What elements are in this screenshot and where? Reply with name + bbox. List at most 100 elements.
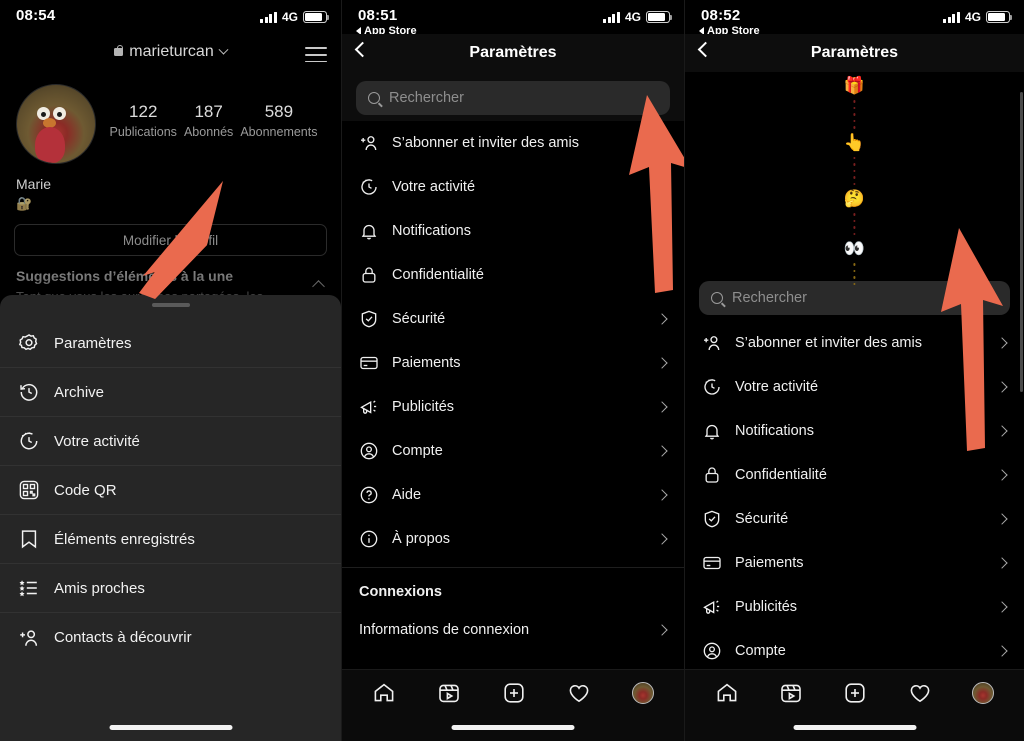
- status-bar-2: 08:51 App Store 4G: [342, 0, 684, 37]
- shield-check-icon: [359, 309, 389, 329]
- chevron-left-icon[interactable]: [697, 41, 714, 58]
- lock-icon: [114, 44, 124, 56]
- settings-item-votre-activite[interactable]: Votre activité: [685, 365, 1024, 409]
- tab-home[interactable]: [715, 681, 739, 705]
- settings-item-label: Publicités: [735, 599, 798, 615]
- settings-item-aide[interactable]: Aide: [342, 473, 684, 517]
- settings-item-label: Compte: [392, 443, 443, 459]
- vertical-scrollbar[interactable]: [1020, 92, 1023, 392]
- help-circle-icon: [359, 485, 389, 505]
- status-time: 08:51: [358, 7, 398, 24]
- home-indicator: [793, 725, 916, 730]
- settings-item-label: Paiements: [735, 555, 804, 571]
- settings-item-label: Notifications: [735, 423, 814, 439]
- status-indicators: 4G: [943, 10, 1013, 24]
- username-dropdown[interactable]: marieturcan: [114, 43, 229, 61]
- settings-item-label: Votre activité: [735, 379, 819, 395]
- settings-item-informations-de-connexion[interactable]: Informations de connexion: [342, 608, 684, 652]
- eyes-emoji: 👀: [843, 239, 866, 258]
- sheet-item-votre-activite[interactable]: Votre activité: [0, 417, 341, 466]
- profile-bio: 🔐: [16, 196, 33, 211]
- dotted-connector: [853, 259, 856, 289]
- chevron-right-icon: [996, 513, 1008, 525]
- chevron-left-icon[interactable]: [354, 41, 371, 58]
- settings-item-notifications[interactable]: Notifications: [685, 409, 1024, 453]
- settings-item-label: Paiements: [392, 355, 461, 371]
- settings-item-label: Confidentialité: [392, 267, 484, 283]
- search-input[interactable]: Rechercher: [356, 81, 670, 115]
- status-time: 08:52: [701, 7, 741, 24]
- sheet-item-code-qr[interactable]: Code QR: [0, 466, 341, 515]
- profile-header: marieturcan: [0, 34, 341, 70]
- dotted-connector: [853, 96, 856, 133]
- settings-item-sabonner[interactable]: S’abonner et inviter des amis: [685, 321, 1024, 365]
- settings-item-sabonner[interactable]: S’abonner et inviter des amis: [342, 121, 684, 165]
- sheet-item-label: Archive: [54, 383, 105, 401]
- settings-item-confidentialite[interactable]: Confidentialité: [342, 253, 684, 297]
- dotted-connector: [853, 153, 856, 190]
- chevron-right-icon: [656, 137, 668, 149]
- tab-home[interactable]: [372, 681, 396, 705]
- avatar[interactable]: [16, 84, 96, 164]
- search-placeholder: Rechercher: [389, 90, 464, 106]
- tab-reels[interactable]: [437, 681, 461, 705]
- tab-activity-heart[interactable]: [567, 681, 591, 705]
- settings-item-label: À propos: [392, 531, 451, 547]
- tab-profile[interactable]: [631, 682, 654, 704]
- sheet-item-archive[interactable]: Archive: [0, 368, 341, 417]
- settings-item-label: Votre activité: [392, 179, 476, 195]
- tab-activity-heart[interactable]: [908, 681, 932, 705]
- chevron-right-icon: [656, 181, 668, 193]
- settings-gear-icon: [18, 332, 50, 354]
- settings-item-compte[interactable]: Compte: [342, 429, 684, 473]
- chevron-right-icon: [656, 401, 668, 413]
- settings-item-paiements[interactable]: Paiements: [685, 541, 1024, 585]
- chevron-right-icon: [656, 313, 668, 325]
- archive-clock-icon: [18, 381, 50, 403]
- page-title: Paramètres: [810, 44, 899, 61]
- edit-profile-button[interactable]: Modifier le profil: [14, 224, 327, 256]
- chevron-right-icon: [996, 469, 1008, 481]
- lock-icon: [359, 265, 389, 285]
- profile-display-name: Marie: [16, 176, 52, 192]
- settings-item-paiements[interactable]: Paiements: [342, 341, 684, 385]
- sheet-item-label: Éléments enregistrés: [54, 530, 195, 548]
- settings-item-publicites[interactable]: Publicités: [342, 385, 684, 429]
- settings-item-notifications[interactable]: Notifications: [342, 209, 684, 253]
- stat-following[interactable]: 589 Abonnements: [240, 102, 317, 139]
- settings-item-publicites[interactable]: Publicités: [685, 585, 1024, 629]
- settings-item-label: Aide: [392, 487, 422, 503]
- settings-item-votre-activite[interactable]: Votre activité: [342, 165, 684, 209]
- settings-item-compte[interactable]: Compte: [685, 629, 1024, 673]
- chevron-right-icon: [996, 381, 1008, 393]
- settings-item-securite[interactable]: Sécurité: [342, 297, 684, 341]
- network-type-label: 4G: [624, 10, 641, 24]
- gift-emoji: 🎁: [843, 76, 866, 95]
- settings-item-securite[interactable]: Sécurité: [685, 497, 1024, 541]
- signal-bars-icon: [943, 11, 960, 23]
- sheet-item-label: Paramètres: [54, 334, 132, 352]
- bookmark-icon: [18, 528, 50, 550]
- status-indicators: 4G: [260, 10, 330, 24]
- tab-reels[interactable]: [779, 681, 803, 705]
- tab-profile[interactable]: [971, 682, 994, 704]
- settings-item-confidentialite[interactable]: Confidentialité: [685, 453, 1024, 497]
- sheet-item-amis-proches[interactable]: Amis proches: [0, 564, 341, 613]
- tab-add-post[interactable]: [502, 681, 526, 705]
- tab-add-post[interactable]: [843, 681, 867, 705]
- settings-item-label: Sécurité: [392, 311, 446, 327]
- stat-followers[interactable]: 187 Abonnés: [184, 102, 233, 139]
- signal-bars-icon: [260, 11, 277, 23]
- bell-icon: [359, 221, 389, 241]
- section-title-connexions: Connexions: [359, 584, 442, 600]
- sheet-item-elements-enregistres[interactable]: Éléments enregistrés: [0, 515, 341, 564]
- hamburger-menu-icon[interactable]: [305, 42, 327, 67]
- sheet-item-label: Code QR: [54, 481, 117, 499]
- activity-clock-icon: [702, 377, 732, 397]
- credit-card-icon: [359, 353, 389, 373]
- settings-item-a-propos[interactable]: À propos: [342, 517, 684, 561]
- stat-publications[interactable]: 122 Publications: [110, 102, 177, 139]
- sheet-item-parametres[interactable]: Paramètres: [0, 319, 341, 368]
- stat-value: 122: [129, 102, 158, 121]
- sheet-item-contacts-a-decouvrir[interactable]: Contacts à découvrir: [0, 613, 341, 662]
